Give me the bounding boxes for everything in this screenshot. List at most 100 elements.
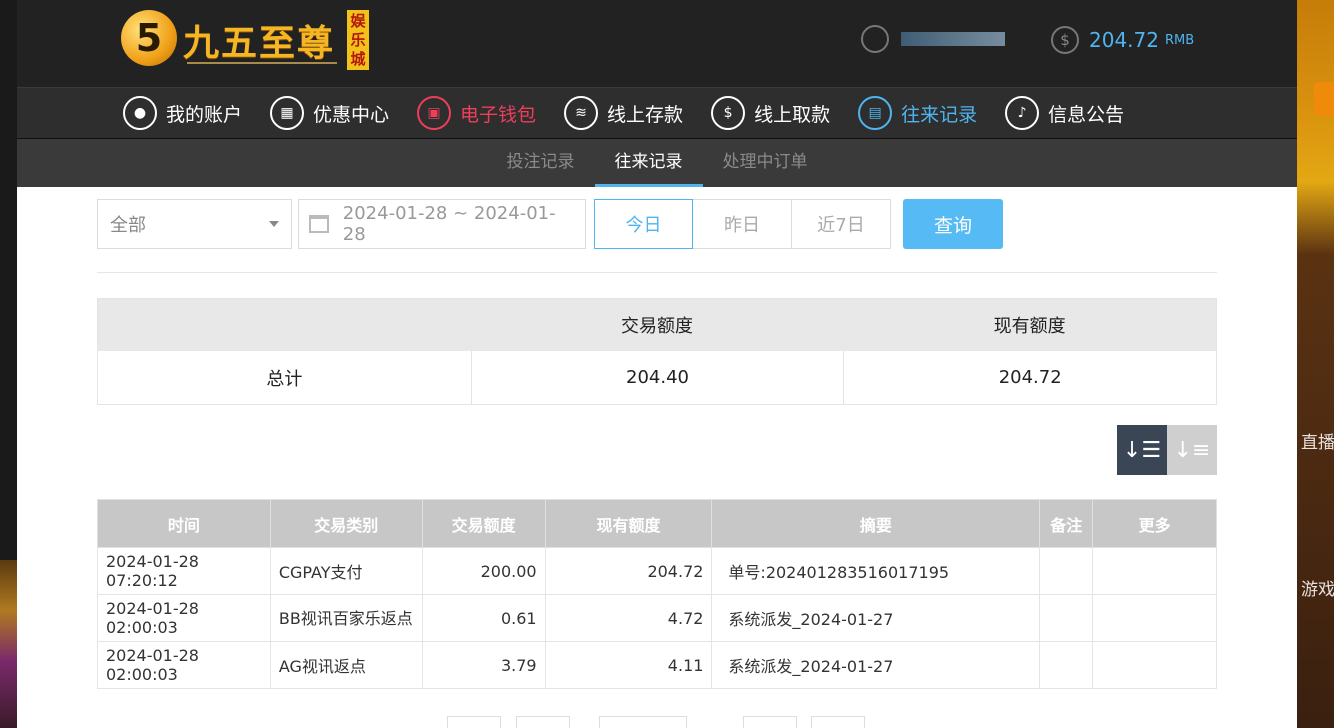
cell-balance: 4.11 xyxy=(544,641,713,689)
col-category: 交易类别 xyxy=(269,499,423,548)
brand-logo[interactable]: 5 九五至尊 娱乐城 xyxy=(121,8,371,72)
nav-my-account[interactable]: ● 我的账户 xyxy=(123,96,242,130)
nav-online-deposit[interactable]: ≋ 线上存款 xyxy=(564,96,683,130)
summary-header-trade: 交易额度 xyxy=(621,316,693,337)
top-bar: 5 九五至尊 娱乐城 $ 204.72 RMB xyxy=(17,0,1297,87)
nav-promotions[interactable]: ▦ 优惠中心 xyxy=(270,96,389,130)
sort-desc-icon[interactable]: ↓☰ xyxy=(1117,425,1167,475)
cell-amount: 3.79 xyxy=(421,641,546,689)
pagination xyxy=(17,716,1297,728)
table-row: 2024-01-28 02:00:03 BB视讯百家乐返点 0.61 4.72 … xyxy=(97,594,1217,642)
cell-category: CGPAY支付 xyxy=(269,547,423,595)
withdraw-icon: $ xyxy=(711,96,746,130)
page-prev-button[interactable] xyxy=(447,716,501,728)
background-right: 直播 游戏 xyxy=(1297,0,1334,728)
cell-more[interactable] xyxy=(1092,594,1217,642)
col-more: 更多 xyxy=(1092,499,1217,548)
range-yesterday-button[interactable]: 昨日 xyxy=(693,199,792,249)
date-range-value: 2024-01-28 ~ 2024-01-28 xyxy=(342,203,556,245)
sort-asc-icon[interactable]: ↓≡ xyxy=(1167,425,1217,475)
side-chip[interactable] xyxy=(1314,82,1334,116)
content-area: 全部 2024-01-28 ~ 2024-01-28 今日 昨日 近7日 查询 … xyxy=(17,187,1297,689)
balance-amount: 204.72 xyxy=(1089,28,1159,52)
side-label-live: 直播 xyxy=(1301,433,1334,453)
summary-current-amount: 204.72 xyxy=(843,351,1216,404)
cell-summary: 系统派发_2024-01-27 xyxy=(711,594,1041,642)
divider xyxy=(97,272,1217,273)
logo-name: 九五至尊 xyxy=(183,22,336,64)
nav-online-withdraw[interactable]: $ 线上取款 xyxy=(711,96,830,130)
type-select[interactable]: 全部 xyxy=(97,199,292,249)
summary-header: 交易额度 现有额度 xyxy=(98,299,1216,351)
nav-e-wallet[interactable]: ▣ 电子钱包 xyxy=(417,96,536,130)
user-avatar-icon xyxy=(861,25,889,53)
col-time: 时间 xyxy=(97,499,271,548)
summary-header-blank xyxy=(98,299,471,351)
date-range-picker[interactable]: 2024-01-28 ~ 2024-01-28 xyxy=(298,199,586,249)
table-header-row: 时间 交易类别 交易额度 现有额度 摘要 备注 更多 xyxy=(97,499,1217,548)
balance-display: $ 204.72 RMB xyxy=(1051,26,1194,54)
bell-icon: ♪ xyxy=(1005,96,1040,130)
deposit-icon: ≋ xyxy=(564,96,599,130)
cell-summary: 系统派发_2024-01-27 xyxy=(711,641,1041,689)
page-button[interactable] xyxy=(516,716,570,728)
summary-total-label: 总计 xyxy=(266,368,303,390)
chevron-down-icon xyxy=(269,221,279,227)
cell-summary: 单号:202401283516017195 xyxy=(711,547,1041,595)
tab-pending-orders[interactable]: 处理中订单 xyxy=(703,139,828,187)
background-flower xyxy=(0,560,17,728)
nav-label: 往来记录 xyxy=(901,103,978,126)
col-balance: 现有额度 xyxy=(544,499,713,548)
logo-tag: 娱乐城 xyxy=(347,10,369,70)
page-next-button[interactable] xyxy=(811,716,865,728)
nav-label: 优惠中心 xyxy=(313,103,390,126)
summary-row: 总计 204.40 204.72 xyxy=(98,351,1216,404)
filter-bar: 全部 2024-01-28 ~ 2024-01-28 今日 昨日 近7日 查询 xyxy=(97,199,1217,249)
cell-amount: 200.00 xyxy=(421,547,546,595)
account-panel: 5 九五至尊 娱乐城 $ 204.72 RMB ● 我的账户 ▦ 优惠中心 ▣ … xyxy=(17,0,1297,728)
page-input[interactable] xyxy=(599,716,687,728)
col-summary: 摘要 xyxy=(711,499,1041,548)
cell-category: AG视讯返点 xyxy=(269,641,423,689)
sort-toggle: ↓☰ ↓≡ xyxy=(97,425,1217,475)
cell-note xyxy=(1039,641,1094,689)
page-button[interactable] xyxy=(743,716,797,728)
dollar-icon: $ xyxy=(1051,26,1079,54)
logo-flourish xyxy=(187,62,337,70)
quick-range-group: 今日 昨日 近7日 xyxy=(594,199,891,249)
tab-transaction-records[interactable]: 往来记录 xyxy=(594,139,703,187)
tab-bet-records[interactable]: 投注记录 xyxy=(487,139,595,187)
main-nav: ● 我的账户 ▦ 优惠中心 ▣ 电子钱包 ≋ 线上存款 $ 线上取款 ▤ 往来记… xyxy=(17,87,1297,139)
query-button[interactable]: 查询 xyxy=(903,199,1003,249)
summary-header-current: 现有额度 xyxy=(993,316,1066,337)
cell-category: BB视讯百家乐返点 xyxy=(269,594,423,642)
col-amount: 交易额度 xyxy=(421,499,546,548)
gift-icon: ▦ xyxy=(270,96,305,130)
cell-more[interactable] xyxy=(1092,547,1217,595)
table-row: 2024-01-28 02:00:03 AG视讯返点 3.79 4.11 系统派… xyxy=(97,641,1217,689)
cell-balance: 204.72 xyxy=(544,547,713,595)
background-left xyxy=(0,0,17,728)
cell-note xyxy=(1039,547,1094,595)
calendar-icon xyxy=(309,215,329,233)
cell-time: 2024-01-28 07:20:12 xyxy=(97,547,271,595)
summary-trade-amount: 204.40 xyxy=(470,351,844,404)
records-table: 时间 交易类别 交易额度 现有额度 摘要 备注 更多 2024-01-28 07… xyxy=(97,499,1217,689)
cell-time: 2024-01-28 02:00:03 xyxy=(97,641,271,689)
side-label-games: 游戏 xyxy=(1301,580,1334,600)
type-select-value: 全部 xyxy=(110,215,146,236)
balance-currency: RMB xyxy=(1164,32,1195,48)
nav-label: 信息公告 xyxy=(1048,103,1125,126)
cell-more[interactable] xyxy=(1092,641,1217,689)
cell-note xyxy=(1039,594,1094,642)
cell-time: 2024-01-28 02:00:03 xyxy=(97,594,271,642)
range-7days-button[interactable]: 近7日 xyxy=(792,199,891,249)
nav-announcements[interactable]: ♪ 信息公告 xyxy=(1005,96,1124,130)
nav-label: 电子钱包 xyxy=(460,103,537,126)
cell-amount: 0.61 xyxy=(421,594,546,642)
nav-records[interactable]: ▤ 往来记录 xyxy=(858,96,977,130)
col-note: 备注 xyxy=(1039,499,1094,548)
user-info[interactable] xyxy=(861,25,1005,53)
nav-label: 我的账户 xyxy=(166,103,243,126)
range-today-button[interactable]: 今日 xyxy=(594,199,693,249)
